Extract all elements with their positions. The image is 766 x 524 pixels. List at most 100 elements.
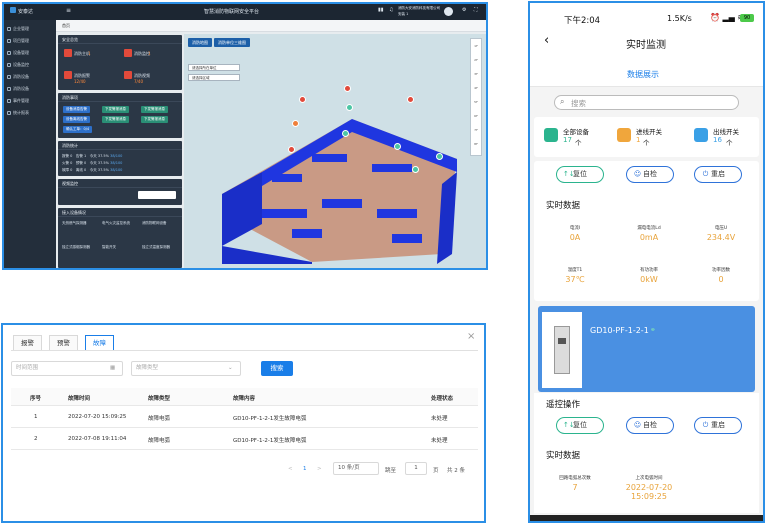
- floor-button[interactable]: 6F: [471, 109, 481, 123]
- device-card-2: 遥控操作 ↑↓ 复位 ☺ 自检 ⏻ 重启 实时数据 回路电弧总次数 7 上次电弧时间 20…: [534, 393, 759, 513]
- close-icon[interactable]: ×: [467, 331, 475, 342]
- fault-type-select[interactable]: 故障类型 ⌄: [131, 361, 241, 376]
- sidebar-item[interactable]: 事件管理: [7, 96, 54, 106]
- device-pin[interactable]: [436, 153, 443, 160]
- col-header: 处理状态: [431, 396, 454, 402]
- search-input[interactable]: ⌕ 搜索: [554, 95, 739, 110]
- menu-toggle-icon[interactable]: ≡: [66, 7, 71, 14]
- summary-label[interactable]: 全部设备: [563, 126, 589, 136]
- jump-input[interactable]: 1: [405, 462, 427, 475]
- equipment-card: 接入设备情况 天然燃气探测器 电气火灾监控系统 消防物联网设备 独立式感烟探测器…: [58, 208, 182, 268]
- bell-icon[interactable]: ♫: [389, 7, 393, 13]
- cell-index: 2: [34, 436, 38, 442]
- sidebar-item[interactable]: 消防设备: [7, 72, 54, 82]
- table-row[interactable]: 2 2022-07-08 19:11:04 故障电弧 GD10-PF-1-2-1…: [11, 428, 478, 450]
- device-pin[interactable]: [394, 143, 401, 150]
- device-pin[interactable]: [342, 130, 349, 137]
- page-number[interactable]: 1: [303, 466, 307, 472]
- floor-button[interactable]: 1F: [471, 39, 481, 53]
- sidebar-item[interactable]: 企业管理: [7, 24, 54, 34]
- floor-plan-view[interactable]: 消防地图 消防单位三维图 请选择所在单位 请选择区域 1F 2F 3F 4F 5…: [184, 34, 486, 268]
- stat-value: 1: [88, 51, 91, 56]
- card-title: 消防统计: [58, 141, 182, 150]
- items-card: 消防事项 设备消息告警 下发警报消息 下发警报消息 设备离线告警 下发警报消息 …: [58, 93, 182, 138]
- avatar[interactable]: [444, 7, 453, 16]
- sidebar-item[interactable]: 项目管理: [7, 36, 54, 46]
- page-title: 实时监测: [626, 40, 666, 51]
- device-pin[interactable]: [412, 166, 419, 173]
- reset-button[interactable]: ↑↓ 复位: [556, 417, 604, 434]
- tab-bar: 数据展示: [530, 61, 763, 87]
- breadcrumb-home[interactable]: 首页: [62, 23, 70, 28]
- self-check-button[interactable]: ☺ 自检: [626, 417, 674, 434]
- sidebar-item[interactable]: 设备监控: [7, 60, 54, 70]
- tab-alarm[interactable]: 报警: [13, 335, 42, 350]
- floor-button[interactable]: 7F: [471, 123, 481, 137]
- alarm-pin[interactable]: [407, 96, 414, 103]
- tab-fault[interactable]: 故障: [85, 335, 114, 350]
- table-row[interactable]: 1 2022-07-20 15:09:25 故障电弧 GD10-PF-1-2-1…: [11, 406, 478, 428]
- stat-value: 1: [148, 51, 151, 56]
- restart-button[interactable]: ⏻ 重启: [694, 417, 742, 434]
- item-button[interactable]: 设备消息告警: [63, 106, 90, 113]
- floor-button[interactable]: 5F: [471, 95, 481, 109]
- item-button[interactable]: 下发警报消息: [141, 116, 168, 123]
- logo-icon: [10, 7, 16, 13]
- breadcrumb: 首页: [56, 20, 486, 32]
- total-count: 共 2 条: [447, 468, 465, 474]
- item-button[interactable]: 设备离线告警: [63, 116, 90, 123]
- video-select[interactable]: [138, 191, 176, 199]
- self-check-icon: ☺: [633, 421, 642, 429]
- tab-warning[interactable]: 预警: [49, 335, 78, 350]
- device-pin[interactable]: [346, 104, 353, 111]
- search-button[interactable]: 搜索: [261, 361, 293, 376]
- floor-button[interactable]: 2F: [471, 53, 481, 67]
- cell-index: 1: [34, 414, 38, 420]
- equip-block: 消防物联网设备: [142, 221, 167, 225]
- equip-block: 电气火灾监控系统: [102, 221, 130, 225]
- status-time: 下午2:04: [564, 16, 601, 26]
- unit-select[interactable]: 请选择所在单位: [188, 64, 240, 71]
- floor-button[interactable]: 8F: [471, 137, 481, 151]
- self-check-button[interactable]: ☺ 自检: [626, 166, 674, 183]
- item-button[interactable]: 下发警报消息: [102, 106, 129, 113]
- alarm-pin[interactable]: [288, 146, 295, 153]
- alarm-pin[interactable]: [299, 96, 306, 103]
- next-page-button[interactable]: >: [317, 466, 322, 472]
- menu-icon: [7, 27, 11, 31]
- map-button[interactable]: 消防地图: [188, 38, 212, 47]
- map-button[interactable]: 消防单位三维图: [214, 38, 250, 47]
- sidebar-item[interactable]: 消防设备: [7, 84, 54, 94]
- device-card-1: ↑↓ 复位 ☺ 自检 ⏻ 重启 实时数据 电流I 0A 漏电电流Ld 0mA 电压U 234…: [534, 161, 759, 301]
- sidebar-item[interactable]: 设备管理: [7, 48, 54, 58]
- alarm-pin[interactable]: [344, 85, 351, 92]
- equip-block: 独立式温度探测器: [142, 245, 170, 249]
- fullscreen-icon[interactable]: ⛶: [474, 7, 478, 13]
- restart-button[interactable]: ⏻ 重启: [694, 166, 742, 183]
- reset-button[interactable]: ↑↓ 复位: [556, 166, 604, 183]
- summary-label[interactable]: 出线开关: [713, 126, 739, 136]
- item-button[interactable]: 确认工单：0/4: [63, 126, 93, 133]
- tab-data-display[interactable]: 数据展示: [627, 69, 659, 80]
- item-button[interactable]: 下发警报消息: [141, 106, 168, 113]
- date-range-input[interactable]: 时间范围 ▦: [11, 361, 123, 376]
- item-button[interactable]: 下发警报消息: [102, 116, 129, 123]
- chart-icon[interactable]: ▮▮: [378, 7, 384, 13]
- floor-button[interactable]: 3F: [471, 67, 481, 81]
- desktop-dashboard: 安泰达 ≡ 智慧消防物联网安全平台 ▮▮ ♫ 消防大安消防科技有限公司 安装 1…: [2, 2, 488, 270]
- back-icon[interactable]: ‹: [544, 33, 549, 48]
- prev-page-button[interactable]: <: [288, 466, 293, 472]
- menu-icon: [7, 75, 11, 79]
- page-size-select[interactable]: 10 条/页: [333, 462, 379, 475]
- stats-row: 报警 0 告警 1 今天 37.5% 38/100: [62, 154, 123, 158]
- summary-label[interactable]: 进线开关: [636, 126, 662, 136]
- sidebar-item[interactable]: 统计报表: [7, 108, 54, 118]
- settings-icon[interactable]: ⚙: [462, 7, 466, 13]
- summary-unit: 个: [643, 139, 650, 147]
- alarm-pin[interactable]: [292, 120, 299, 127]
- floor-button[interactable]: 4F: [471, 81, 481, 95]
- device-header[interactable]: GD10-PF-1-2-1 ⚭: [538, 306, 755, 392]
- inlet-switch-icon: [617, 128, 631, 142]
- metric: 功率因数 0: [712, 268, 730, 284]
- stat-value: 7/40: [134, 79, 143, 84]
